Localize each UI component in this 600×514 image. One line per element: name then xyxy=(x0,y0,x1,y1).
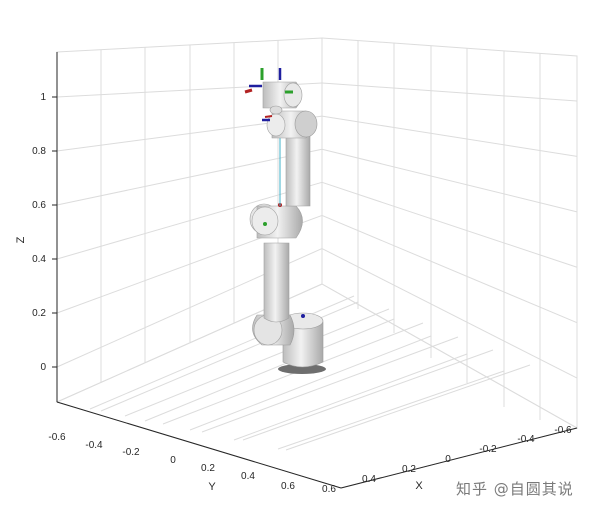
z-axis-label: Z xyxy=(15,236,27,243)
x-tick-label: -0.2 xyxy=(479,444,497,455)
z-tick-label: 1 xyxy=(40,92,46,103)
x-tick-label: 0 xyxy=(445,454,451,465)
z-grid-line xyxy=(321,181,578,268)
x-axis-label: X xyxy=(415,480,423,492)
z-tick-label: 0 xyxy=(40,362,46,373)
x-tick-label: -0.6 xyxy=(554,425,572,436)
z-grid-line xyxy=(321,82,578,102)
z-axis: 0 0.2 0.4 0.6 0.8 1 Z xyxy=(15,92,57,373)
y-tick-label: -0.6 xyxy=(48,432,66,443)
z-tick-label: 0.6 xyxy=(32,200,46,211)
y-tick-label: -0.2 xyxy=(122,447,140,458)
y-tick-label: 0.6 xyxy=(281,481,295,492)
z-grid-line xyxy=(321,148,578,213)
x-tick-label: 0.4 xyxy=(362,474,376,485)
robot-arm xyxy=(244,68,326,374)
y-tick-label: 0 xyxy=(170,455,176,466)
z-grid-line xyxy=(321,248,578,379)
z-tick-label: 0.4 xyxy=(32,254,46,265)
y-tick-label: 0.4 xyxy=(241,471,255,482)
x-tick-label: -0.4 xyxy=(517,434,535,445)
z-tick-label: 0.2 xyxy=(32,308,46,319)
y-tick-label: 0.2 xyxy=(201,463,215,474)
z-grid-line xyxy=(321,115,578,157)
upper-arm-link xyxy=(285,129,311,207)
y-tick-label: -0.4 xyxy=(85,440,103,451)
robot-arm-3d-plot: 0 0.2 0.4 0.6 0.8 1 Z -0.6 -0.4 -0.2 0 0… xyxy=(15,37,579,495)
base-frame-marker xyxy=(301,314,305,318)
z-tick-label: 0.8 xyxy=(32,146,46,157)
x-tick-label: 0.6 xyxy=(322,484,336,495)
y-axis-label: Y xyxy=(208,481,216,493)
x-tick-label: 0.2 xyxy=(402,464,416,475)
axis-lines xyxy=(56,52,578,489)
lower-arm-link xyxy=(263,242,290,323)
watermark-text: 知乎 @自圆其说 xyxy=(456,480,574,498)
elbow-frame-y-marker xyxy=(263,222,267,226)
z-grid-line xyxy=(321,214,578,324)
